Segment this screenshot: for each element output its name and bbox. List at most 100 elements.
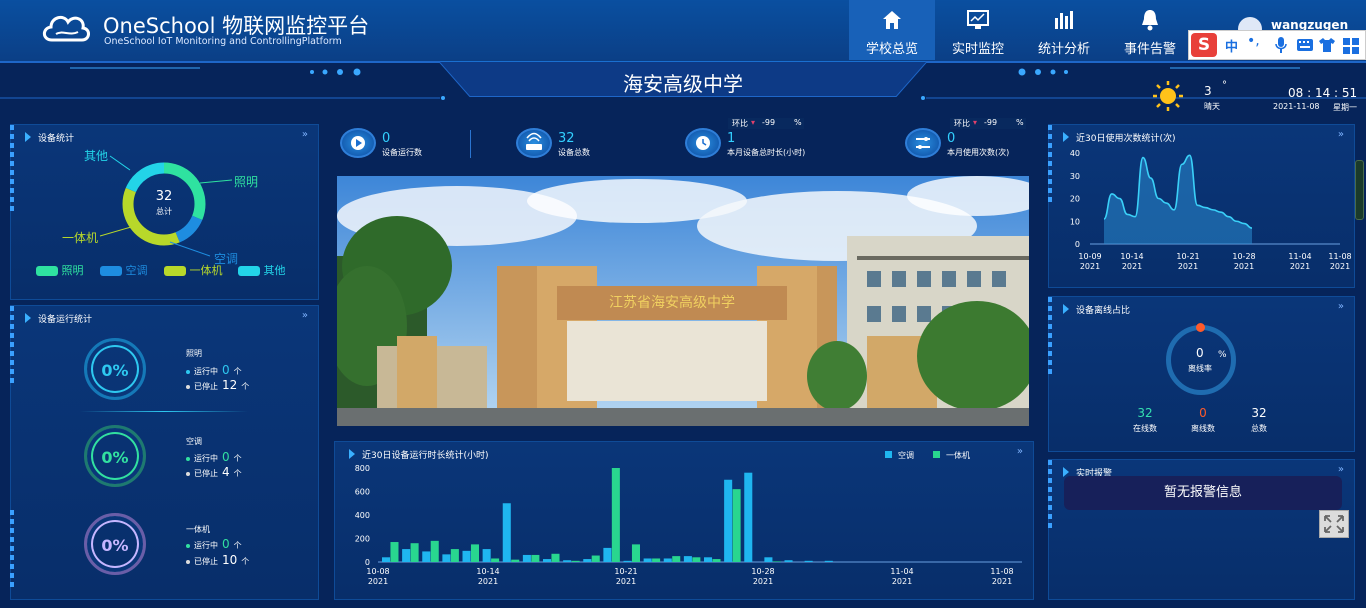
skin-shirt-icon[interactable] — [1319, 38, 1335, 52]
expand-icon[interactable]: » — [302, 310, 308, 321]
panel-title: 近30日设备运行时长统计(小时) — [362, 451, 489, 461]
clock-icon — [685, 128, 721, 158]
legend-swatch — [164, 266, 186, 276]
legend-item-allinone[interactable]: 一体机 — [933, 450, 970, 461]
sliders-icon — [905, 128, 941, 158]
running-count: 0 — [222, 537, 230, 551]
legend-item-ac[interactable]: 空调 — [100, 262, 148, 278]
nav-label: 统计分析 — [1037, 42, 1090, 57]
nav-school-overview[interactable]: 学校总览 — [849, 0, 935, 60]
x-tick-label: 11-04 — [1288, 252, 1311, 261]
online-count: 32 — [1137, 406, 1153, 420]
status-dot — [186, 384, 190, 389]
offline-rate-label: 离线率 — [1188, 364, 1212, 373]
scrollbar-thumb[interactable] — [1355, 160, 1364, 220]
x-tick-label: 11-04 — [890, 567, 913, 576]
nav-alarms[interactable]: 事件告警 — [1107, 0, 1193, 60]
bar-一体机-10-25 — [732, 489, 741, 562]
offline-label: 离线数 — [1191, 424, 1215, 433]
stopped-row: 已停止 10 个 — [186, 553, 249, 567]
yoy-label: 环比 — [954, 119, 970, 128]
legend-item-other[interactable]: 其他 — [238, 262, 286, 278]
expand-arrows-icon — [1324, 515, 1344, 533]
app-subtitle: OneSchool IoT Monitoring and Controlling… — [104, 36, 342, 47]
expand-icon[interactable]: » — [1338, 464, 1344, 475]
weather-temp: 3 — [1204, 84, 1212, 98]
yoy-unit: % — [794, 118, 802, 127]
bar-chart-icon — [1055, 11, 1073, 29]
bar-空调-10-11 — [442, 554, 451, 562]
x-tick-label: 2021 — [1330, 262, 1350, 271]
stopped-label: 已停止 — [194, 557, 218, 566]
monitor-icon — [967, 10, 989, 29]
unit-label: 个 — [233, 469, 242, 478]
microphone-icon[interactable] — [1275, 37, 1287, 53]
stat-label: 设备运行数 — [382, 148, 422, 157]
expand-icon[interactable]: » — [1338, 301, 1344, 312]
bar-空调-10-22 — [663, 558, 672, 562]
weather-unit: ° — [1222, 80, 1227, 91]
bar-一体机-10-08 — [390, 542, 399, 562]
punctuation-icon[interactable]: •, — [1247, 33, 1260, 49]
panel-marker-icon — [25, 132, 31, 142]
legend-item-lighting[interactable]: 照明 — [36, 262, 84, 278]
ime-toolbar: S 中 •, — [1188, 30, 1366, 60]
bar-空调-10-08 — [382, 557, 391, 562]
sogou-logo-icon[interactable]: S — [1191, 33, 1217, 57]
sun-icon — [1153, 81, 1183, 111]
bar-一体机-10-23 — [692, 557, 701, 562]
group-title: 一体机 — [186, 525, 210, 534]
device-running-panel: 设备运行统计 » — [10, 305, 319, 600]
expand-icon[interactable]: » — [1338, 129, 1344, 140]
x-tick-label: 10-14 — [1120, 252, 1143, 261]
offline-ring — [1166, 325, 1236, 395]
panel-title: 设备运行统计 — [38, 315, 93, 325]
allinone-gauge: 0% — [84, 513, 146, 575]
stat-value: 0 — [947, 131, 956, 146]
nav-realtime-monitor[interactable]: 实时监控 — [935, 0, 1021, 60]
stopped-label: 已停止 — [194, 382, 218, 391]
x-tick-label: 10-28 — [751, 567, 774, 576]
x-tick-label: 10-28 — [1232, 252, 1255, 261]
expand-icon[interactable]: » — [302, 129, 308, 140]
ime-mode-toggle[interactable]: 中 — [1225, 36, 1238, 55]
weather-desc: 晴天 — [1204, 102, 1220, 111]
fullscreen-button[interactable] — [1319, 510, 1349, 538]
x-tick-label: 11-08 — [990, 567, 1013, 576]
yoy-unit: % — [1016, 118, 1024, 127]
offline-rate-value: 0 — [1196, 346, 1204, 360]
home-icon — [883, 11, 901, 29]
stopped-count: 4 — [222, 465, 230, 479]
yoy-badge: 环比 ▾ -99 % — [728, 118, 804, 129]
divider — [80, 411, 248, 412]
y-tick-label: 600 — [355, 488, 370, 497]
panel-edge-decoration — [10, 306, 14, 386]
bar-空调-10-23 — [683, 556, 692, 562]
status-dot — [186, 369, 190, 374]
nav-statistics[interactable]: 统计分析 — [1021, 0, 1107, 60]
keyboard-icon[interactable] — [1297, 39, 1313, 51]
x-tick-label: 2021 — [892, 577, 912, 586]
bar-空调-10-17 — [563, 560, 572, 562]
toolbox-grid-icon[interactable] — [1343, 38, 1359, 54]
usage-area-chart: 01020304010-09202110-14202110-21202110-2… — [1070, 149, 1352, 271]
total-label: 总数 — [1251, 424, 1267, 433]
bar-一体机-10-16 — [551, 553, 560, 562]
expand-icon[interactable]: » — [1017, 446, 1023, 457]
legend-item-allinone[interactable]: 一体机 — [164, 262, 223, 278]
page-title: 海安高级中学 — [623, 72, 743, 96]
bar-一体机-10-10 — [430, 540, 439, 562]
group-title: 照明 — [186, 349, 202, 358]
stopped-count: 12 — [222, 378, 238, 392]
x-tick-label: 2021 — [368, 577, 388, 586]
y-tick-label: 200 — [355, 535, 370, 544]
play-icon — [340, 128, 376, 158]
bar-空调-10-20 — [623, 560, 632, 562]
unit-label: 个 — [241, 382, 250, 391]
bar-空调-10-24 — [704, 557, 713, 562]
y-tick-label: 400 — [355, 511, 370, 520]
legend-item-ac[interactable]: 空调 — [885, 450, 914, 461]
panel-title: 设备离线占比 — [1076, 306, 1131, 316]
lighting-gauge: 0% — [84, 338, 146, 400]
bar-一体机-10-22 — [672, 556, 681, 562]
